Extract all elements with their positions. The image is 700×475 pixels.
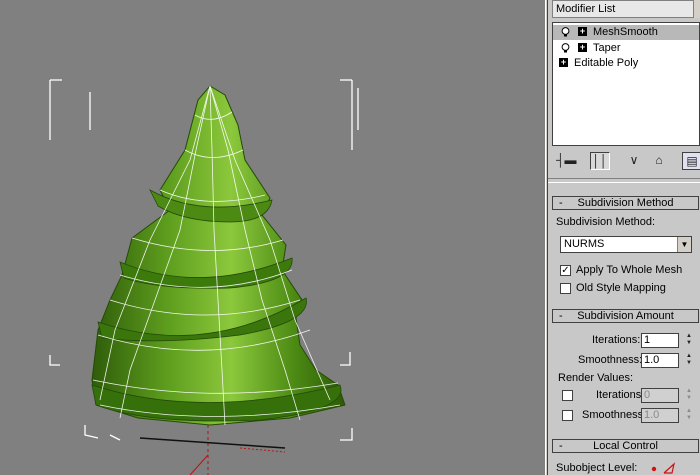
stack-item-meshsmooth[interactable]: + MeshSmooth xyxy=(553,25,699,40)
render-smoothness-label: Smoothness: xyxy=(582,409,647,421)
apply-whole-mesh-checkbox[interactable]: ✓ xyxy=(560,265,571,276)
iterations-spinner[interactable]: 1 xyxy=(641,333,679,348)
spinner-value: 1 xyxy=(644,334,651,346)
collapse-icon: - xyxy=(559,197,563,209)
stack-item-label: MeshSmooth xyxy=(593,26,658,38)
spinner-arrows-icon[interactable]: ▲ ▼ xyxy=(684,333,694,348)
lightbulb-icon[interactable] xyxy=(561,27,570,37)
modifier-stack[interactable]: + MeshSmooth + Taper + Editable Poly xyxy=(552,22,700,146)
command-panel-modify: Modifier List + MeshSmooth + Taper + Edi… xyxy=(548,0,700,475)
render-values-label: Render Values: xyxy=(558,372,634,384)
rollout-title: Subdivision Amount xyxy=(577,310,674,322)
modifier-list-dropdown[interactable]: Modifier List xyxy=(552,0,700,18)
stack-item-editable-poly[interactable]: + Editable Poly xyxy=(553,56,699,71)
spinner-arrows-icon[interactable]: ▲ ▼ xyxy=(684,353,694,368)
perspective-viewport[interactable] xyxy=(0,0,545,475)
viewport-canvas[interactable] xyxy=(0,0,545,475)
stack-item-label: Taper xyxy=(593,42,621,54)
collapse-icon: - xyxy=(559,310,563,322)
subdivision-method-dropdown[interactable]: NURMS ▼ xyxy=(560,236,692,253)
spinner-arrows-icon[interactable]: ▲ ▼ xyxy=(684,408,694,423)
rollout-title: Subdivision Method xyxy=(577,197,674,209)
stack-toolbar: ┤▬ ││ ∨ ⌂ ▤ xyxy=(552,150,700,172)
render-iterations-label: Iterations: xyxy=(596,389,645,401)
subobject-level-label: Subobject Level: xyxy=(556,462,638,474)
toolbar-separator xyxy=(548,178,700,183)
apply-whole-mesh-label: Apply To Whole Mesh xyxy=(576,264,683,276)
render-smoothness-checkbox[interactable] xyxy=(562,410,573,421)
spinner-value: 1.0 xyxy=(644,354,660,366)
remove-modifier-icon[interactable]: ⌂ xyxy=(649,152,669,170)
render-iterations-checkbox[interactable] xyxy=(562,390,573,401)
rollout-subdivision-amount[interactable]: - Subdivision Amount xyxy=(552,309,699,323)
render-iterations-spinner[interactable]: 0 xyxy=(641,388,679,403)
spinner-value: 0 xyxy=(644,389,651,401)
rollout-title: Local Control xyxy=(593,440,658,452)
dropdown-arrow-icon[interactable] xyxy=(693,0,700,18)
expand-plus-icon[interactable]: + xyxy=(578,27,587,36)
stack-item-label: Editable Poly xyxy=(574,57,639,69)
dropdown-value: NURMS xyxy=(564,238,605,250)
configure-modifier-sets-icon[interactable]: ▤ xyxy=(682,152,700,170)
render-smoothness-spinner[interactable]: 1.0 xyxy=(641,408,679,423)
show-end-result-icon[interactable]: ││ xyxy=(590,152,610,170)
old-style-mapping-checkbox[interactable] xyxy=(560,283,571,294)
chevron-down-icon[interactable]: ▼ xyxy=(677,237,691,252)
rollout-local-control[interactable]: - Local Control xyxy=(552,439,699,453)
iterations-label: Iterations: xyxy=(592,334,641,346)
rollout-subdivision-method[interactable]: - Subdivision Method xyxy=(552,196,699,210)
expand-plus-icon[interactable]: + xyxy=(578,43,587,52)
collapse-icon: - xyxy=(559,440,563,452)
modifier-list-label: Modifier List xyxy=(556,3,616,15)
pin-stack-icon[interactable]: ┤▬ xyxy=(556,152,577,170)
stack-item-taper[interactable]: + Taper xyxy=(553,41,699,56)
tree-mesh[interactable] xyxy=(91,85,346,426)
smoothness-label: Smoothness: xyxy=(578,354,643,366)
smoothness-spinner[interactable]: 1.0 xyxy=(641,353,679,368)
make-unique-icon[interactable]: ∨ xyxy=(624,152,644,170)
spinner-value: 1.0 xyxy=(644,409,660,421)
old-style-mapping-label: Old Style Mapping xyxy=(576,282,666,294)
lightbulb-icon[interactable] xyxy=(561,43,570,53)
subdivision-method-label: Subdivision Method: xyxy=(556,216,656,228)
expand-plus-icon[interactable]: + xyxy=(559,58,568,67)
vertex-icon[interactable] xyxy=(650,461,678,475)
spinner-arrows-icon[interactable]: ▲ ▼ xyxy=(684,388,694,403)
